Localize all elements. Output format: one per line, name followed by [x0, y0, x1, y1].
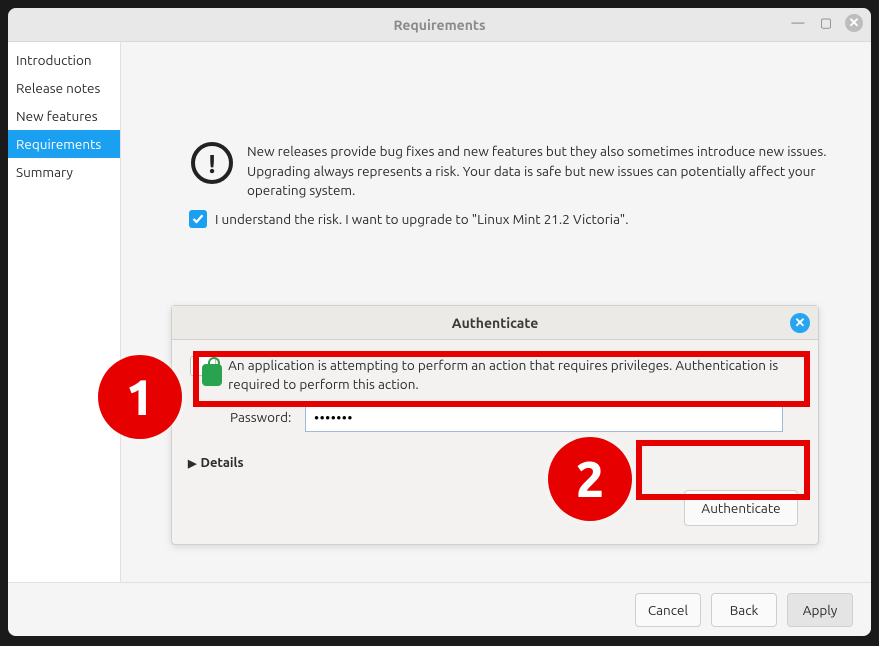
- sidebar-item-requirements[interactable]: Requirements: [8, 130, 120, 158]
- annotation-box-password: [193, 351, 810, 407]
- password-label: Password:: [230, 409, 291, 425]
- cancel-button[interactable]: Cancel: [635, 593, 701, 627]
- maximize-icon[interactable]: ▢: [817, 14, 835, 32]
- close-icon[interactable]: ✕: [845, 14, 863, 32]
- annotation-callout-1: 1: [98, 355, 182, 439]
- back-button[interactable]: Back: [711, 593, 777, 627]
- footer-bar: Cancel Back Apply: [8, 582, 871, 636]
- apply-button[interactable]: Apply: [787, 593, 853, 627]
- risk-checkbox-label: I understand the risk. I want to upgrade…: [215, 211, 629, 227]
- authenticate-dialog: Authenticate ✕ An application is attempt…: [171, 305, 819, 545]
- annotation-callout-2: 2: [548, 437, 632, 521]
- main-panel: ! New releases provide bug fixes and new…: [121, 42, 871, 582]
- sidebar-item-new-features[interactable]: New features: [8, 102, 120, 130]
- window-title: Requirements: [393, 17, 485, 33]
- dialog-close-icon[interactable]: ✕: [790, 313, 810, 333]
- risk-check-row[interactable]: I understand the risk. I want to upgrade…: [189, 210, 629, 228]
- window-body: Introduction Release notes New features …: [8, 42, 871, 582]
- details-toggle[interactable]: ▶ Details: [188, 456, 244, 470]
- sidebar-item-release-notes[interactable]: Release notes: [8, 74, 120, 102]
- details-label: Details: [200, 456, 243, 470]
- sidebar-item-introduction[interactable]: Introduction: [8, 46, 120, 74]
- risk-checkbox[interactable]: [189, 210, 207, 228]
- authenticate-header: Authenticate ✕: [172, 306, 818, 340]
- upgrade-window: Requirements — ▢ ✕ Introduction Release …: [8, 8, 871, 636]
- sidebar-item-summary[interactable]: Summary: [8, 158, 120, 186]
- warning-block: ! New releases provide bug fixes and new…: [191, 142, 841, 201]
- window-controls: — ▢ ✕: [789, 14, 863, 32]
- authenticate-title: Authenticate: [452, 315, 539, 331]
- sidebar: Introduction Release notes New features …: [8, 42, 121, 582]
- titlebar: Requirements — ▢ ✕: [8, 8, 871, 42]
- warning-text: New releases provide bug fixes and new f…: [247, 142, 841, 201]
- annotation-box-authenticate: [636, 440, 810, 500]
- warning-icon: !: [191, 142, 233, 184]
- minimize-icon[interactable]: —: [789, 14, 807, 32]
- chevron-right-icon: ▶: [188, 457, 196, 470]
